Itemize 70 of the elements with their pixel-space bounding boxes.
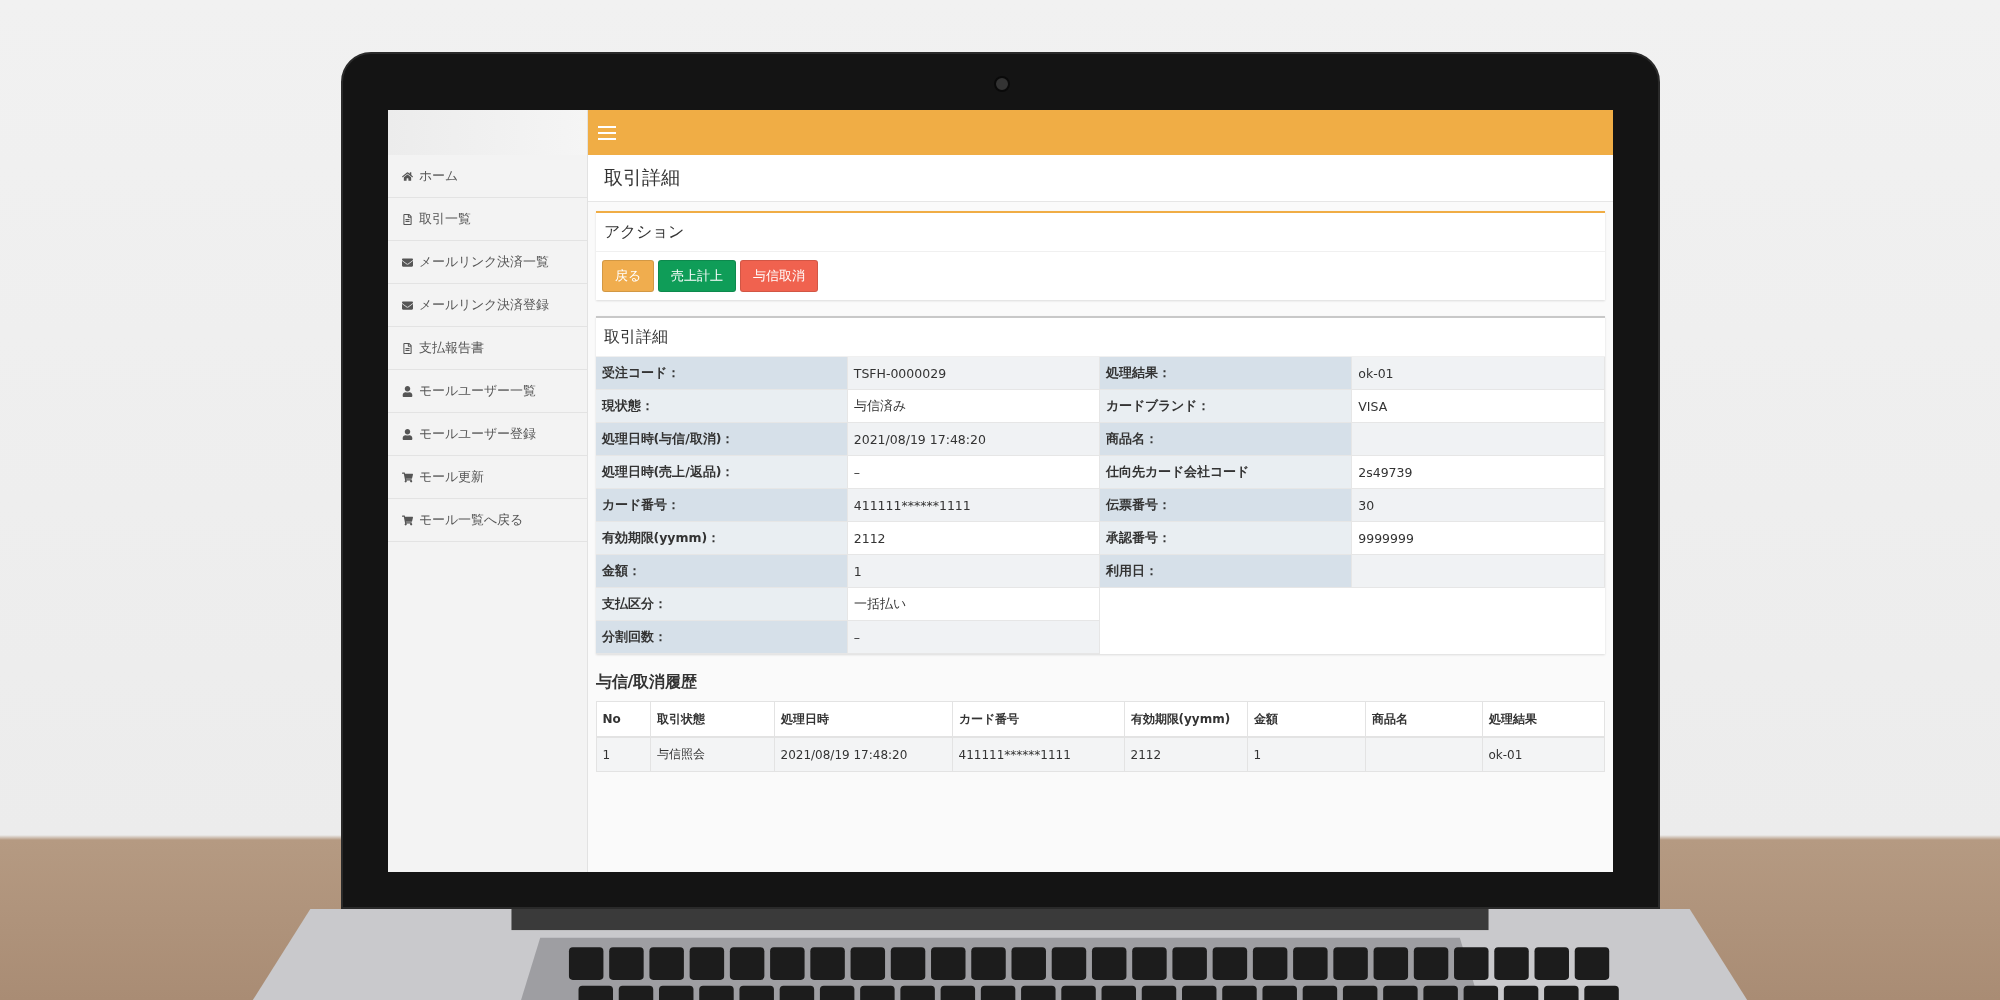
column-header: 金額 [1247,702,1366,738]
label-cell: 支払区分： [595,588,848,621]
table-cell: ok-01 [1482,738,1605,772]
table-cell: 与信照会 [650,738,775,772]
sidebar-item[interactable]: モールユーザー一覧 [387,370,587,413]
label-cell: 処理結果： [1100,357,1353,390]
sidebar-item[interactable]: モールユーザー登録 [387,413,587,456]
table-cell: 1 [596,738,651,772]
sidebar-item[interactable]: 取引一覧 [387,198,587,241]
label-cell: 分割回数： [595,621,848,654]
action-button[interactable]: 売上計上 [657,260,736,292]
label-cell: 処理日時(売上/返品)： [595,456,848,489]
value-cell: 411111******1111 [847,489,1100,522]
column-header: 処理日時 [774,702,953,738]
label-cell: 伝票番号： [1100,489,1353,522]
value-cell: VISA [1352,390,1605,423]
label-cell: 処理日時(与信/取消)： [595,423,848,456]
column-header: 取引状態 [650,702,775,738]
column-header: 有効期限(yymm) [1124,702,1248,738]
value-cell: 2021/08/19 17:48:20 [847,423,1100,456]
panel-title: 取引詳細 [603,326,668,348]
table-cell: 411111******1111 [952,738,1125,772]
value-cell: 与信済み [847,390,1100,423]
label-cell: 利用日： [1100,555,1353,588]
sidebar-item[interactable]: 支払報告書 [387,327,587,370]
table-cell: 2112 [1124,738,1248,772]
sidebar-item[interactable]: ホーム [387,155,587,198]
value-cell: 9999999 [1352,522,1605,555]
label-cell: 受注コード： [595,357,848,390]
sidebar-item[interactable]: メールリンク決済登録 [387,284,587,327]
label-cell: 金額： [595,555,848,588]
user-icon [401,428,413,440]
envelope-icon [401,256,413,268]
envelope-icon [401,299,413,311]
value-cell: 30 [1352,489,1605,522]
panel-title: アクション [603,221,684,243]
label-cell: カード番号： [595,489,848,522]
column-header: No [596,702,651,738]
value-cell: TSFH-0000029 [847,357,1100,390]
value-cell: 2112 [847,522,1100,555]
column-header: 商品名 [1365,702,1483,738]
webcam-icon [994,76,1010,92]
table-cell: 2021/08/19 17:48:20 [774,738,953,772]
label-cell: 仕向先カード会社コード [1100,456,1353,489]
value-cell: 一括払い [847,588,1100,621]
user-icon [401,385,413,397]
cart-icon [401,514,413,526]
section-title: 与信/取消履歴 [595,672,699,693]
sidebar-item[interactable]: メールリンク決済一覧 [387,241,587,284]
label-cell: 承認番号： [1100,522,1353,555]
document-icon [401,213,413,225]
label-cell: カードブランド： [1100,390,1353,423]
label-cell: 有効期限(yymm)： [595,522,848,555]
label-cell: 商品名： [1100,423,1353,456]
column-header: 処理結果 [1482,702,1605,738]
sidebar-item[interactable]: モール更新 [387,456,587,499]
sidebar-item[interactable]: モール一覧へ戻る [387,499,587,542]
home-icon [401,170,413,182]
label-cell: 現状態： [595,390,848,423]
table-cell: 1 [1247,738,1366,772]
value-cell: – [847,621,1100,654]
document-icon [401,342,413,354]
value-cell: – [847,456,1100,489]
value-cell: ok-01 [1352,357,1605,390]
value-cell: 1 [847,555,1100,588]
page-title: 取引詳細 [603,165,680,190]
column-header: カード番号 [952,702,1125,738]
value-cell: 2s49739 [1352,456,1605,489]
cart-icon [401,471,413,483]
menu-icon[interactable] [597,125,616,140]
